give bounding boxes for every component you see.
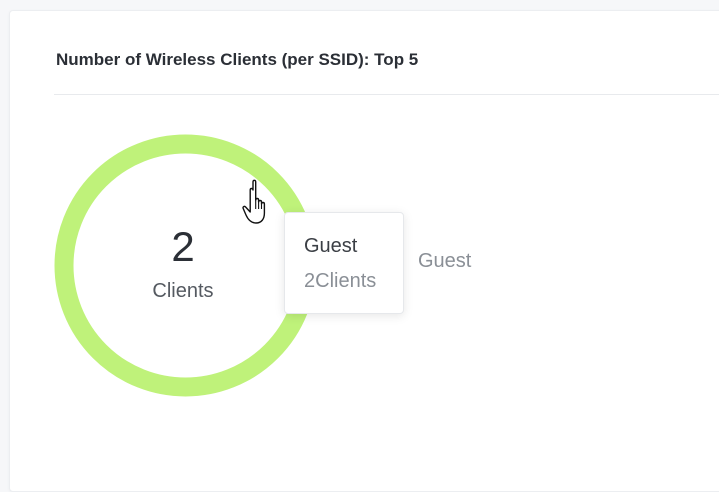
tooltip-client-count: 2Clients [304,270,377,292]
chart-tooltip: Guest 2Clients [284,212,404,314]
tooltip-ssid-name: Guest [304,235,358,257]
clients-total-value: 2 [171,223,195,270]
clients-total-label: Clients [152,280,214,302]
title-divider [54,94,719,95]
legend-item-guest[interactable]: Guest [418,250,471,273]
card-title: Number of Wireless Clients (per SSID): T… [56,50,419,69]
hand-pointer-icon [242,179,266,224]
